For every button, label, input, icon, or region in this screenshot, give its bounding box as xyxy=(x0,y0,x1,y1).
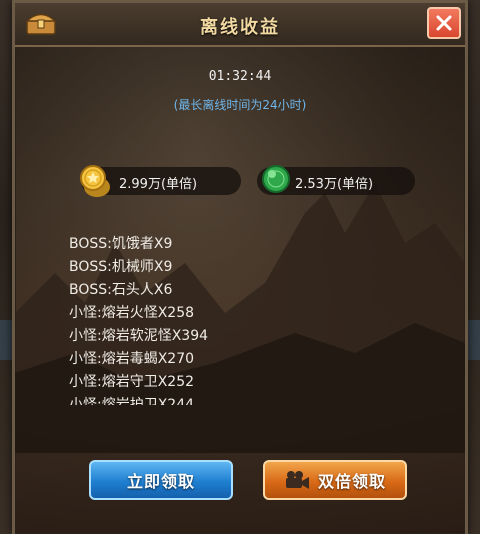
list-item: 小怪:熔岩护卫X244 xyxy=(69,397,195,405)
video-camera-icon xyxy=(285,471,309,489)
dialog-title: 离线收益 xyxy=(200,17,280,38)
max-offline-note: (最长离线时间为24小时) xyxy=(173,98,307,112)
double-claim-button[interactable]: 双倍领取 xyxy=(263,460,407,500)
list-item: 小怪:熔岩软泥怪X394 xyxy=(69,328,209,344)
gem-value: 2.53万(单倍) xyxy=(295,177,374,192)
list-item: BOSS:饥饿者X9 xyxy=(69,236,173,252)
claim-now-label: 立即领取 xyxy=(126,472,195,491)
dialog-header: 离线收益 xyxy=(15,3,465,47)
list-item: 小怪:熔岩毒蝎X270 xyxy=(69,351,195,367)
close-button[interactable] xyxy=(427,7,461,39)
close-icon xyxy=(436,15,452,31)
gold-reward: 2.99万(单倍) xyxy=(80,165,241,197)
list-item: BOSS:石头人X6 xyxy=(69,282,173,298)
gold-coin-icon xyxy=(80,165,110,197)
double-claim-label: 双倍领取 xyxy=(317,472,386,491)
green-gem-icon xyxy=(262,165,290,193)
offline-time: 01:32:44 xyxy=(208,69,272,84)
gem-reward: 2.53万(单倍) xyxy=(257,165,415,195)
list-item: 小怪:熔岩火怪X258 xyxy=(69,305,195,321)
gold-value: 2.99万(单倍) xyxy=(119,177,198,192)
kill-list[interactable]: BOSS:饥饿者X9 BOSS:机械师X9 BOSS:石头人X6 小怪:熔岩火怪… xyxy=(69,233,369,405)
claim-now-button[interactable]: 立即领取 xyxy=(89,460,233,500)
list-item: 小怪:熔岩守卫X252 xyxy=(69,374,195,390)
offline-earnings-dialog: 离线收益 01:32:44 (最长离线时间为24小时) 2.99万(单倍) 2.… xyxy=(12,0,468,534)
list-item: BOSS:机械师X9 xyxy=(69,259,173,275)
